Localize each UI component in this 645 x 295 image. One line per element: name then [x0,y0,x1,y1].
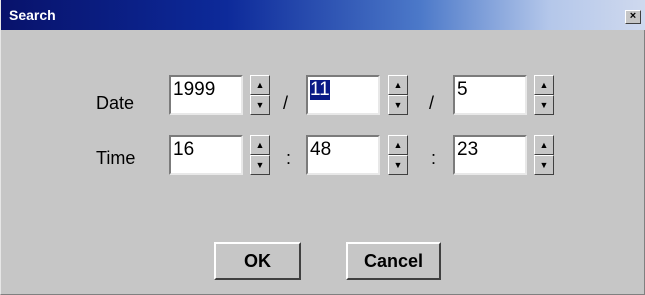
second-value: 23 [457,139,479,160]
year-spin-up-button[interactable]: ▲ [250,75,270,95]
window-title: Search [9,7,56,23]
minute-spinner[interactable]: ▲ ▼ [388,135,408,175]
hour-spin-up-button[interactable]: ▲ [250,135,270,155]
date-separator: / [429,93,435,113]
year-value: 1999 [173,79,216,100]
ok-button[interactable]: OK [214,242,301,280]
year-spin-down-button[interactable]: ▼ [250,95,270,115]
month-field[interactable]: 11 [306,75,380,115]
year-field[interactable]: 1999 [169,75,243,115]
hour-spin-down-button[interactable]: ▼ [250,155,270,175]
hour-value: 16 [173,139,195,160]
month-spin-down-button[interactable]: ▼ [388,95,408,115]
date-separator: / [283,93,289,113]
spin-up-icon: ▲ [255,80,265,90]
spin-up-icon: ▲ [255,140,265,150]
close-icon: × [629,10,637,22]
month-value: 11 [310,79,330,100]
spin-up-icon: ▲ [539,140,549,150]
month-spinner[interactable]: ▲ ▼ [388,75,408,115]
spin-up-icon: ▲ [539,80,549,90]
spin-down-icon: ▼ [393,100,403,110]
day-value: 5 [457,79,468,100]
minute-value: 48 [310,139,332,160]
minute-spin-down-button[interactable]: ▼ [388,155,408,175]
time-separator: : [286,148,292,168]
month-spin-up-button[interactable]: ▲ [388,75,408,95]
second-field[interactable]: 23 [453,135,527,175]
search-dialog: Search × Date 1999 ▲ ▼ / 11 ▲ ▼ / 5 ▲ ▼ … [0,0,645,295]
day-field[interactable]: 5 [453,75,527,115]
time-separator: : [431,148,437,168]
spin-down-icon: ▼ [539,100,549,110]
second-spin-down-button[interactable]: ▼ [534,155,554,175]
title-bar[interactable]: Search × [1,0,645,30]
spin-down-icon: ▼ [393,160,403,170]
cancel-button[interactable]: Cancel [346,242,441,280]
minute-spin-up-button[interactable]: ▲ [388,135,408,155]
day-spin-up-button[interactable]: ▲ [534,75,554,95]
spin-up-icon: ▲ [393,140,403,150]
minute-field[interactable]: 48 [306,135,380,175]
spin-up-icon: ▲ [393,80,403,90]
spin-down-icon: ▼ [255,100,265,110]
date-label: Date [96,93,135,113]
spin-down-icon: ▼ [255,160,265,170]
close-button[interactable]: × [625,10,641,24]
hour-field[interactable]: 16 [169,135,243,175]
second-spin-up-button[interactable]: ▲ [534,135,554,155]
time-label: Time [96,148,136,168]
day-spin-down-button[interactable]: ▼ [534,95,554,115]
hour-spinner[interactable]: ▲ ▼ [250,135,270,175]
year-spinner[interactable]: ▲ ▼ [250,75,270,115]
second-spinner[interactable]: ▲ ▼ [534,135,554,175]
spin-down-icon: ▼ [539,160,549,170]
day-spinner[interactable]: ▲ ▼ [534,75,554,115]
